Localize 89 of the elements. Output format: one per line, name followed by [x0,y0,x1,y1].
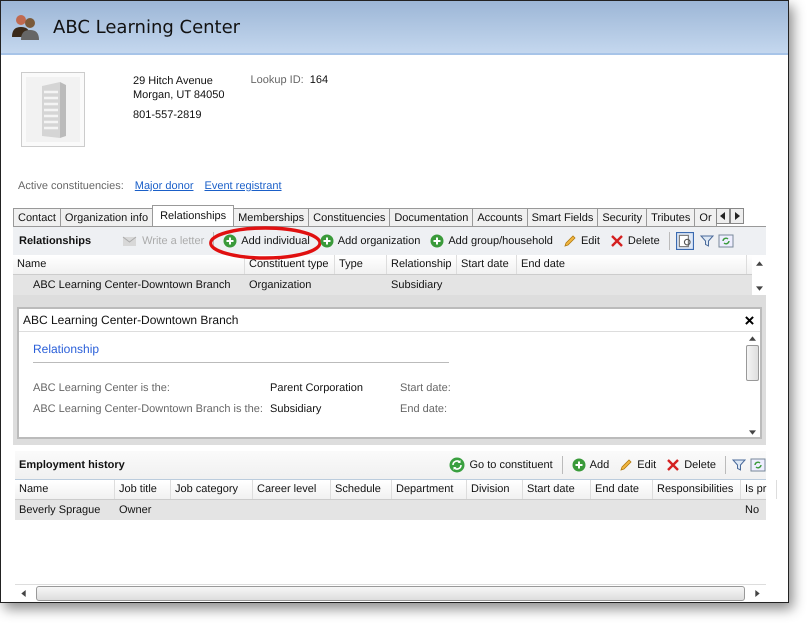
column-header[interactable]: Responsibilities [653,480,741,499]
filter-icon[interactable] [700,234,714,248]
filter-icon[interactable] [732,458,746,472]
column-header[interactable]: Type [335,255,387,274]
tab[interactable]: Documentation [389,208,474,226]
table-cell: No [745,504,760,516]
tab[interactable]: Constituencies [308,208,390,226]
tab[interactable]: Memberships [233,208,310,226]
pencil-icon [562,234,577,248]
section-heading: Relationship [33,342,449,363]
refresh-icon[interactable] [750,458,766,472]
phone-number: 801-557-2819 [133,108,203,122]
toolbar-button[interactable]: Edit [560,234,603,248]
table-cell: Organization [249,279,312,291]
view-icon[interactable] [676,232,694,250]
scroll-left-button[interactable] [716,208,730,224]
address-line: Morgan, UT 84050 [133,88,225,102]
toolbar-button[interactable]: Add organization [316,234,424,248]
column-header[interactable]: Name [13,255,245,274]
toolbar-button[interactable]: Edit [616,458,660,472]
left-arrow-icon [718,212,727,220]
column-header[interactable]: End date [591,480,653,499]
tab[interactable]: Accounts [472,208,528,226]
lookup-label: Lookup ID: [250,74,304,88]
right-arrow-icon [732,212,741,220]
tab[interactable]: Organization info [60,208,154,226]
down-arrow-icon [756,286,762,291]
window-title: ABC Learning Center [53,16,240,38]
down-arrow-icon [749,430,756,435]
up-arrow-icon [756,261,762,266]
left-arrow-icon [21,590,26,597]
right-arrow-icon [755,590,760,597]
lookup-id: 164 [310,74,328,88]
section-title: Employment history [19,459,125,471]
scroll-right-button[interactable] [730,208,744,224]
table-cell: Beverly Sprague [19,504,100,516]
toolbar-button[interactable]: Add [568,458,612,472]
column-header[interactable]: Name [15,480,115,499]
column-header[interactable]: Department [392,480,467,499]
plus-icon [430,234,444,248]
column-header[interactable]: Division [467,480,523,499]
scrollbar[interactable] [15,584,766,602]
column-header[interactable]: Job title [115,480,171,499]
detail-title: ABC Learning Center-Downtown Branch [23,313,238,327]
column-header[interactable]: End date [517,255,747,274]
up-arrow-icon [749,336,756,341]
close-button[interactable] [745,316,754,324]
table-cell: Subsidiary [391,279,442,291]
field-label: Start date: [400,382,451,394]
table-row[interactable]: ABC Learning Center-Downtown Branch Organization Subsidiary [13,275,752,295]
constituencies-label: Active constituencies: [18,180,124,194]
field-value: Parent Corporation [270,382,364,394]
plus-icon [223,234,238,248]
column-header[interactable]: Job category [171,480,253,499]
refresh-icon[interactable] [718,234,734,248]
tab[interactable]: Security [597,208,648,226]
tab[interactable]: Contact [13,208,61,226]
delete-icon [610,234,624,248]
table-cell: Owner [119,504,152,516]
constituency-link[interactable]: Event registrant [204,180,282,204]
section-title: Relationships [19,235,92,247]
toolbar-button[interactable]: Delete [663,458,719,472]
field-label: ABC Learning Center is the: [33,382,171,394]
column-header[interactable]: Start date [457,255,517,274]
column-header[interactable]: Schedule [331,480,392,499]
address-line: 29 Hitch Avenue [133,74,214,88]
table-cell: ABC Learning Center-Downtown Branch [33,279,230,291]
field-label: End date: [400,402,448,414]
plus-icon [320,234,334,248]
toolbar-button[interactable]: Delete [606,234,663,248]
column-header[interactable]: Start date [523,480,591,499]
pencil-icon [619,458,634,472]
column-header[interactable]: Constituent type [245,255,335,274]
toolbar-button[interactable]: Add group/household [427,234,556,248]
people-icon [11,13,41,41]
field-label: ABC Learning Center-Downtown Branch is the: [33,402,264,414]
plus-icon [572,458,586,472]
toolbar-button[interactable]: Go to constituent [446,457,556,473]
field-value: Subsidiary [270,402,322,414]
constituency-link[interactable]: Major donor [134,180,194,204]
column-header[interactable]: Career level [253,480,331,499]
column-header[interactable]: Relationship [387,255,457,274]
tab[interactable]: Smart Fields [526,208,598,226]
column-header[interactable]: Is pr [741,480,777,499]
letter-icon [122,234,138,248]
table-row[interactable]: Beverly Sprague Owner No [15,500,766,520]
tab[interactable]: Tributes [646,208,696,226]
tab[interactable]: Or [694,208,717,226]
delete-icon [666,458,680,472]
